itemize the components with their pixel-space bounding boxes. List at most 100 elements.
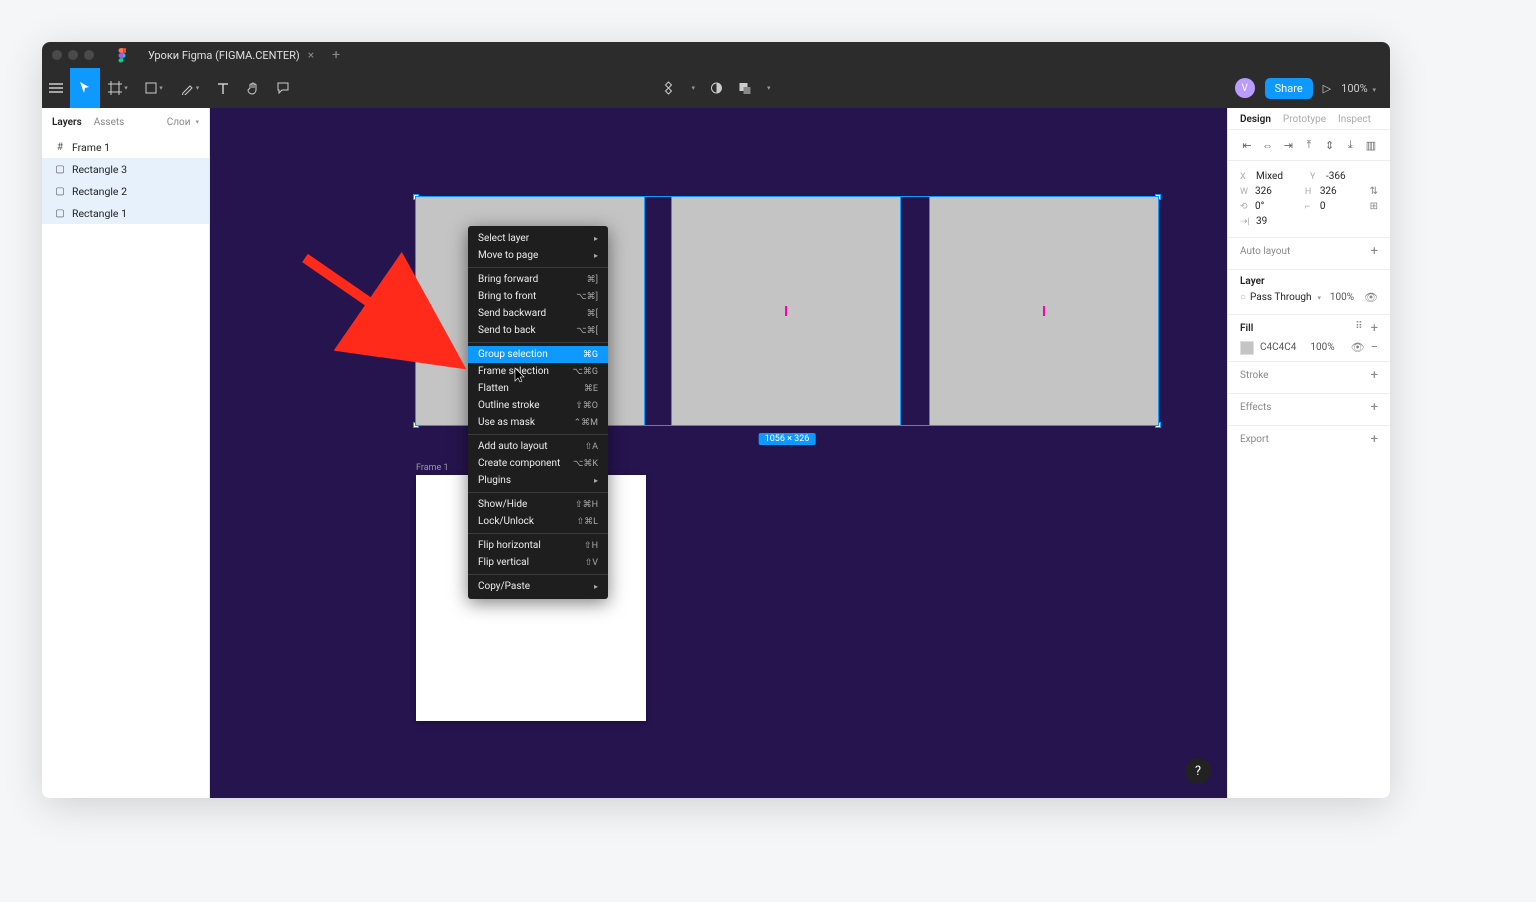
stroke-section: Stroke + — [1228, 362, 1390, 394]
height-input[interactable]: 326 — [1320, 186, 1366, 197]
design-tab[interactable]: Design — [1240, 114, 1271, 125]
ctx-create-component[interactable]: Create component⌥⌘K — [468, 455, 608, 472]
ctx-flip-horizontal[interactable]: Flip horizontal⇧H — [468, 537, 608, 554]
layer-name: Rectangle 1 — [72, 207, 127, 220]
ctx-group-selection[interactable]: Group selection⌘G — [468, 346, 608, 363]
pen-tool-icon[interactable]: ▾ — [172, 68, 208, 108]
inspect-tab[interactable]: Inspect — [1338, 114, 1371, 125]
left-panel-tabs: Layers Assets Слои▾ — [42, 108, 209, 136]
fill-visibility-icon[interactable]: 👁 — [1351, 341, 1365, 354]
mask-tool-icon[interactable] — [709, 81, 723, 95]
move-tool-icon[interactable] — [70, 68, 100, 108]
canvas-rectangle[interactable] — [671, 196, 901, 426]
add-auto-layout-button[interactable]: + — [1371, 244, 1378, 259]
align-bottom-icon[interactable]: ⤓ — [1343, 138, 1357, 152]
tab-add-button[interactable]: + — [324, 47, 348, 63]
ctx-send-backward[interactable]: Send backward⌘[ — [468, 305, 608, 322]
component-tool-icon[interactable] — [661, 81, 675, 95]
ctx-add-auto-layout[interactable]: Add auto layout⇧A — [468, 438, 608, 455]
ctx-flatten[interactable]: Flatten⌘E — [468, 380, 608, 397]
fill-opacity-input[interactable]: 100% — [1310, 342, 1334, 353]
main-area: Layers Assets Слои▾ # Frame 1 ▢ Rectangl… — [42, 108, 1390, 798]
minimize-icon[interactable] — [68, 50, 78, 60]
fill-styles-icon[interactable]: ⠿ — [1355, 321, 1362, 336]
assets-tab[interactable]: Assets — [94, 117, 125, 128]
figma-window: Уроки Figma (FIGMA.CENTER) × + ▾ ▾ ▾ — [42, 42, 1390, 798]
hamburger-menu-icon[interactable] — [42, 68, 70, 108]
rotation-input[interactable]: 0° — [1255, 201, 1301, 212]
align-vcenter-icon[interactable]: ⇕ — [1323, 138, 1337, 152]
layers-list: # Frame 1 ▢ Rectangle 3 ▢ Rectangle 2 ▢ … — [42, 136, 209, 224]
layer-name: Rectangle 3 — [72, 163, 127, 176]
avatar[interactable]: V — [1235, 78, 1255, 98]
pages-dropdown[interactable]: Слои▾ — [167, 117, 199, 128]
frame-label[interactable]: Frame 1 — [416, 463, 449, 473]
ctx-send-to-back[interactable]: Send to back⌥⌘[ — [468, 322, 608, 339]
layer-row-rect[interactable]: ▢ Rectangle 3 — [42, 158, 209, 180]
ctx-flip-vertical[interactable]: Flip vertical⇧V — [468, 554, 608, 571]
maximize-icon[interactable] — [84, 50, 94, 60]
layer-row-frame[interactable]: # Frame 1 — [42, 136, 209, 158]
remove-fill-button[interactable]: − — [1371, 340, 1378, 355]
position-section: XMixed Y-366 W326 H326 ⇅ ⟲0° ⌐0 ⊞ ⇢|39 — [1228, 161, 1390, 238]
ctx-bring-forward[interactable]: Bring forward⌘] — [468, 271, 608, 288]
distribute-icon[interactable]: ▥ — [1364, 138, 1378, 152]
canvas[interactable]: 1056 × 326 Frame 1 Select layer▸ Move to… — [210, 108, 1227, 798]
tab-close-icon[interactable]: × — [308, 48, 314, 62]
ctx-copy-paste[interactable]: Copy/Paste▸ — [468, 578, 608, 595]
ctx-use-as-mask[interactable]: Use as mask⌃⌘M — [468, 414, 608, 431]
layer-name: Frame 1 — [72, 141, 110, 154]
add-effect-button[interactable]: + — [1371, 400, 1378, 415]
add-stroke-button[interactable]: + — [1371, 368, 1378, 383]
comment-tool-icon[interactable] — [268, 68, 298, 108]
share-button[interactable]: Share — [1265, 78, 1313, 99]
ctx-outline-stroke[interactable]: Outline stroke⇧⌘O — [468, 397, 608, 414]
ctx-move-to-page[interactable]: Move to page▸ — [468, 247, 608, 264]
zoom-dropdown[interactable]: 100% ▾ — [1341, 82, 1376, 95]
canvas-rectangle[interactable] — [929, 196, 1159, 426]
traffic-lights — [42, 50, 94, 60]
layer-row-rect[interactable]: ▢ Rectangle 2 — [42, 180, 209, 202]
constrain-icon[interactable]: ⇅ — [1370, 186, 1378, 197]
ctx-bring-to-front[interactable]: Bring to front⌥⌘] — [468, 288, 608, 305]
visibility-icon[interactable]: 👁 — [1364, 291, 1378, 304]
text-tool-icon[interactable] — [208, 68, 238, 108]
independent-corners-icon[interactable]: ⊞ — [1370, 201, 1378, 212]
add-export-button[interactable]: + — [1371, 432, 1378, 447]
y-input[interactable]: -366 — [1326, 171, 1376, 182]
ctx-select-layer[interactable]: Select layer▸ — [468, 230, 608, 247]
gap-input[interactable]: 39 — [1256, 216, 1306, 227]
blend-mode-dropdown[interactable]: ○Pass Through▾ — [1240, 292, 1321, 303]
align-section: ⇤ ⇔ ⇥ ⤒ ⇕ ⤓ ▥ — [1228, 130, 1390, 161]
shape-tool-icon[interactable]: ▾ — [136, 68, 172, 108]
align-top-icon[interactable]: ⤒ — [1302, 138, 1316, 152]
fill-hex-input[interactable]: C4C4C4 — [1260, 342, 1296, 353]
frame-tool-icon[interactable]: ▾ — [100, 68, 136, 108]
fill-swatch[interactable] — [1240, 341, 1254, 355]
radius-input[interactable]: 0 — [1320, 201, 1366, 212]
opacity-input[interactable]: 100% — [1330, 292, 1354, 303]
ctx-frame-selection[interactable]: Frame selection⌥⌘G — [468, 363, 608, 380]
hand-tool-icon[interactable] — [238, 68, 268, 108]
boolean-tool-icon[interactable] — [737, 81, 751, 95]
ctx-show-hide[interactable]: Show/Hide⇧⌘H — [468, 496, 608, 513]
rectangle-icon: ▢ — [54, 185, 66, 197]
help-button[interactable]: ? — [1185, 758, 1211, 784]
layers-tab[interactable]: Layers — [52, 117, 82, 128]
layer-row-rect[interactable]: ▢ Rectangle 1 — [42, 202, 209, 224]
close-icon[interactable] — [52, 50, 62, 60]
ctx-lock-unlock[interactable]: Lock/Unlock⇧⌘L — [468, 513, 608, 530]
align-hcenter-icon[interactable]: ⇔ — [1261, 138, 1275, 152]
prototype-tab[interactable]: Prototype — [1283, 114, 1326, 125]
export-section: Export + — [1228, 426, 1390, 457]
add-fill-button[interactable]: + — [1371, 321, 1378, 336]
present-icon[interactable]: ▷ — [1323, 82, 1331, 95]
titlebar: Уроки Figma (FIGMA.CENTER) × + — [42, 42, 1390, 68]
x-input[interactable]: Mixed — [1256, 171, 1306, 182]
align-left-icon[interactable]: ⇤ — [1240, 138, 1254, 152]
align-right-icon[interactable]: ⇥ — [1281, 138, 1295, 152]
effects-section: Effects + — [1228, 394, 1390, 426]
tab-file[interactable]: Уроки Figma (FIGMA.CENTER) × — [138, 42, 324, 68]
width-input[interactable]: 326 — [1255, 186, 1301, 197]
ctx-plugins[interactable]: Plugins▸ — [468, 472, 608, 489]
